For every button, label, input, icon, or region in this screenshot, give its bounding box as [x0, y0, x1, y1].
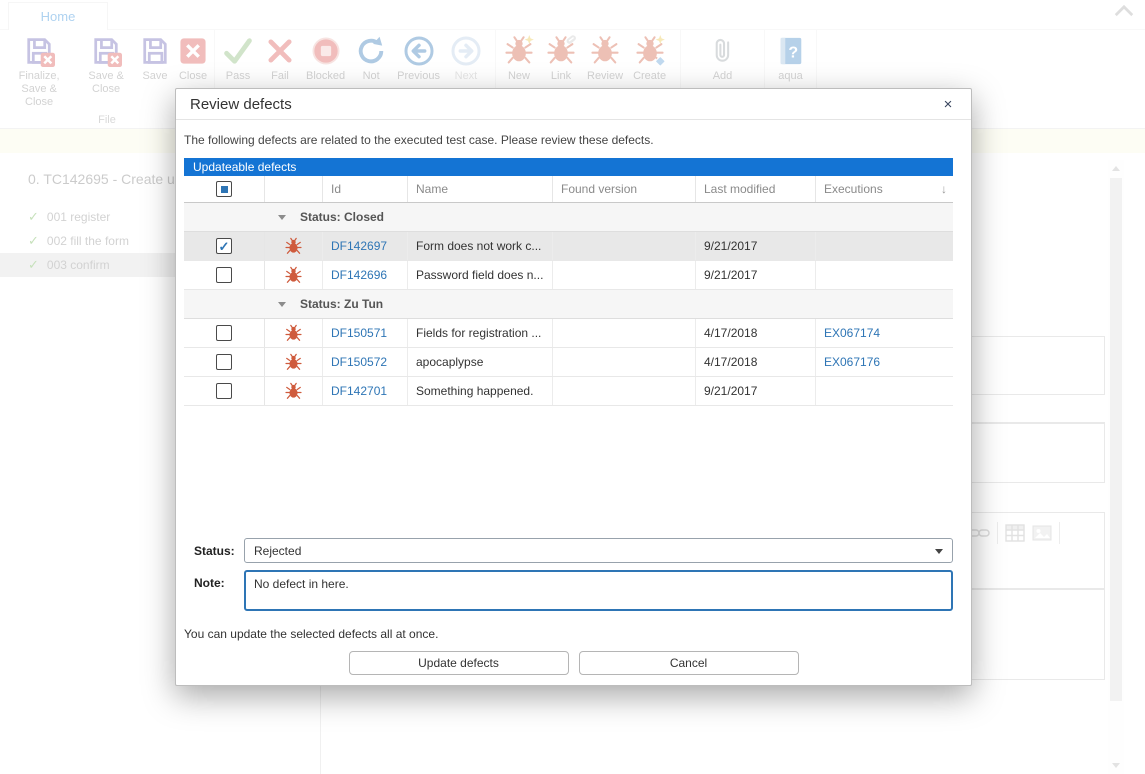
- defect-found-version: [553, 348, 696, 376]
- status-label: Status:: [184, 544, 244, 558]
- table-header-row: Id Name Found version Last modified Exec…: [184, 176, 953, 203]
- table-group-row[interactable]: Status: Closed: [184, 203, 953, 232]
- dialog-title: Review defects: [190, 96, 939, 113]
- sort-descending-icon[interactable]: ↓: [941, 182, 947, 196]
- note-field-row: Note: No defect in here.: [184, 570, 953, 611]
- defect-found-version: [553, 232, 696, 260]
- defect-last-modified: 9/21/2017: [696, 261, 816, 289]
- column-header-found-version[interactable]: Found version: [553, 176, 696, 202]
- bug-icon: [265, 232, 323, 260]
- status-dropdown[interactable]: Rejected: [244, 538, 953, 563]
- bug-icon: [265, 377, 323, 405]
- defect-name: Password field does n...: [408, 261, 553, 289]
- defect-id-link[interactable]: DF150572: [331, 355, 387, 369]
- defect-id-link[interactable]: DF150571: [331, 326, 387, 340]
- defect-name: Something happened.: [408, 377, 553, 405]
- table-caption: Updateable defects: [184, 158, 953, 176]
- checkmark-icon: ✓: [219, 240, 230, 253]
- chevron-down-icon: [935, 549, 943, 554]
- column-header-icon[interactable]: [265, 176, 323, 202]
- column-header-id[interactable]: Id: [323, 176, 408, 202]
- table-row[interactable]: DF142701 Something happened. 9/21/2017: [184, 377, 953, 406]
- note-label: Note:: [184, 570, 244, 611]
- bug-icon: [265, 319, 323, 347]
- column-header-executions[interactable]: Executions ↓: [816, 176, 953, 202]
- defect-found-version: [553, 319, 696, 347]
- defect-id-link[interactable]: DF142696: [331, 268, 387, 282]
- dialog-title-bar: Review defects ×: [176, 89, 971, 120]
- execution-link[interactable]: EX067176: [824, 355, 880, 369]
- table-row[interactable]: ✓ DF142697 Form does not work c... 9/21/201…: [184, 232, 953, 261]
- defect-found-version: [553, 377, 696, 405]
- table-group-row[interactable]: Status: Zu Tun: [184, 290, 953, 319]
- dialog-intro-text: The following defects are related to the…: [184, 133, 971, 147]
- column-header-name[interactable]: Name: [408, 176, 553, 202]
- bug-icon: [265, 261, 323, 289]
- defect-last-modified: 4/17/2018: [696, 348, 816, 376]
- defects-table: Updateable defects Id Name Found version…: [184, 158, 953, 406]
- defect-id-link[interactable]: DF142697: [331, 239, 387, 253]
- column-header-last-modified[interactable]: Last modified: [696, 176, 816, 202]
- defect-name: Fields for registration ...: [408, 319, 553, 347]
- defect-found-version: [553, 261, 696, 289]
- collapse-triangle-icon[interactable]: [278, 215, 286, 220]
- row-checkbox[interactable]: [184, 319, 265, 347]
- defect-last-modified: 9/21/2017: [696, 377, 816, 405]
- close-icon[interactable]: ×: [939, 96, 957, 113]
- table-row[interactable]: DF150572 apocaplypse 4/17/2018 EX067176: [184, 348, 953, 377]
- row-checkbox[interactable]: [184, 377, 265, 405]
- defect-last-modified: 4/17/2018: [696, 319, 816, 347]
- select-all-checkbox[interactable]: [184, 176, 265, 202]
- table-row[interactable]: DF150571 Fields for registration ... 4/17/…: [184, 319, 953, 348]
- status-dropdown-value: Rejected: [254, 544, 301, 558]
- status-field-row: Status: Rejected: [184, 538, 953, 563]
- note-input[interactable]: No defect in here.: [244, 570, 953, 611]
- row-checkbox[interactable]: [184, 348, 265, 376]
- table-group-label: Status: Closed: [300, 210, 384, 224]
- cancel-button[interactable]: Cancel: [579, 651, 799, 675]
- dialog-helper-text: You can update the selected defects all …: [184, 627, 438, 641]
- table-group-label: Status: Zu Tun: [300, 297, 383, 311]
- review-defects-dialog: Review defects × The following defects a…: [175, 88, 972, 686]
- defect-name: Form does not work c...: [408, 232, 553, 260]
- row-checkbox[interactable]: [184, 261, 265, 289]
- collapse-triangle-icon[interactable]: [278, 302, 286, 307]
- bug-icon: [265, 348, 323, 376]
- execution-link[interactable]: EX067174: [824, 326, 880, 340]
- defect-id-link[interactable]: DF142701: [331, 384, 387, 398]
- defect-last-modified: 9/21/2017: [696, 232, 816, 260]
- table-row[interactable]: DF142696 Password field does n... 9/21/201…: [184, 261, 953, 290]
- dialog-button-row: Update defects Cancel: [176, 651, 971, 675]
- defect-name: apocaplypse: [408, 348, 553, 376]
- row-checkbox[interactable]: ✓: [184, 232, 265, 260]
- update-defects-button[interactable]: Update defects: [349, 651, 569, 675]
